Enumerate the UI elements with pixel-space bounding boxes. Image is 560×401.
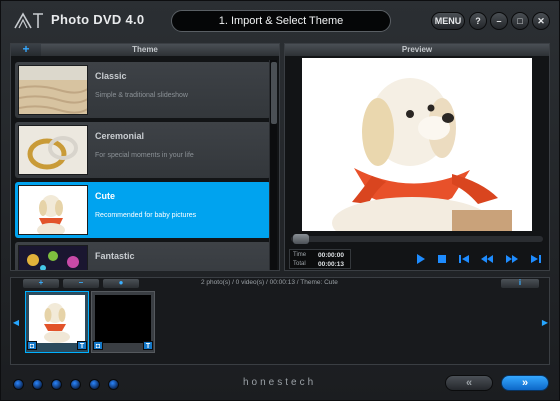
theme-item-ceremonial[interactable]: Ceremonial For special moments in your l… xyxy=(15,122,271,178)
step-dot-6[interactable] xyxy=(108,379,119,390)
brand-label: honestech xyxy=(243,377,317,388)
app-title: Photo DVD 4.0 xyxy=(51,12,145,27)
storyboard-slot-2[interactable]: ◘ T xyxy=(91,291,155,353)
back-button[interactable]: « xyxy=(445,375,493,391)
scroll-left-arrow-icon[interactable]: ◀ xyxy=(12,318,20,328)
playback-seek-bar[interactable] xyxy=(291,234,543,244)
storyboard-help-button[interactable]: i xyxy=(501,279,539,288)
fantastic-thumbnail xyxy=(18,245,88,270)
record-button[interactable]: ● xyxy=(103,279,139,288)
time-label: Time xyxy=(293,252,307,258)
time-display: Time 00:00:00 Total 00:00:13 xyxy=(289,249,351,269)
theme-item-fantastic[interactable]: Fantastic xyxy=(15,242,271,270)
theme-name: Ceremonial xyxy=(95,131,145,141)
theme-list: Classic Simple & traditional slideshow C… xyxy=(15,60,273,270)
theme-name: Fantastic xyxy=(95,251,135,261)
rewind-icon[interactable] xyxy=(480,253,494,265)
slot-text-button[interactable]: T xyxy=(143,341,153,350)
step-indicator: 1. Import & Select Theme xyxy=(171,10,391,32)
slot-effect-icon[interactable]: ◘ xyxy=(27,341,37,350)
seek-handle[interactable] xyxy=(293,234,309,244)
preview-image xyxy=(302,58,532,231)
step-dot-1[interactable] xyxy=(13,379,24,390)
preview-panel-title: Preview xyxy=(401,45,433,54)
maximize-button[interactable]: □ xyxy=(511,12,529,30)
theme-description: For special moments in your life xyxy=(95,152,194,159)
close-button[interactable]: ✕ xyxy=(532,12,550,30)
title-bar: Photo DVD 4.0 1. Import & Select Theme M… xyxy=(1,1,559,39)
theme-description: Simple & traditional slideshow xyxy=(95,92,188,99)
ceremonial-thumbnail xyxy=(18,125,88,175)
theme-list-scrollbar[interactable] xyxy=(269,60,277,270)
total-label: Total xyxy=(293,261,306,267)
step-dot-2[interactable] xyxy=(32,379,43,390)
classic-thumbnail xyxy=(18,65,88,115)
add-theme-button[interactable]: + xyxy=(11,44,41,56)
theme-panel-title: Theme xyxy=(132,45,158,54)
current-time: 00:00:00 xyxy=(318,252,345,259)
help-button[interactable]: ? xyxy=(469,12,487,30)
theme-panel-header: Theme xyxy=(11,44,279,56)
add-media-button[interactable]: + xyxy=(23,279,59,288)
preview-panel-header: Preview xyxy=(285,44,549,56)
menu-button[interactable]: MENU xyxy=(431,12,465,30)
stop-icon[interactable] xyxy=(435,253,449,265)
total-time: 00:00:13 xyxy=(318,261,345,268)
app-window: Photo DVD 4.0 1. Import & Select Theme M… xyxy=(0,0,560,401)
theme-panel: Theme + Classic Simple & traditional sli… xyxy=(10,43,280,271)
play-icon[interactable] xyxy=(413,253,427,265)
step-dot-4[interactable] xyxy=(70,379,81,390)
preview-panel: Preview Time 00:00:00 Total 00:00:13 xyxy=(284,43,550,271)
fast-forward-icon[interactable] xyxy=(505,253,519,265)
remove-media-button[interactable]: – xyxy=(63,279,99,288)
cute-thumbnail xyxy=(18,185,88,235)
theme-name: Cute xyxy=(95,191,115,201)
skip-start-icon[interactable] xyxy=(457,253,471,265)
slot-effect-icon[interactable]: ◘ xyxy=(93,341,103,350)
storyboard-info: 2 photo(s) / 0 video(s) / 00:00:13 / The… xyxy=(201,279,338,286)
storyboard-slot-1[interactable]: ◘ T xyxy=(25,291,89,353)
scroll-right-arrow-icon[interactable]: ▶ xyxy=(541,318,549,328)
theme-description: Recommended for baby pictures xyxy=(95,212,197,219)
honestech-logo-icon xyxy=(14,12,43,29)
next-button[interactable]: » xyxy=(501,375,549,391)
theme-item-classic[interactable]: Classic Simple & traditional slideshow xyxy=(15,62,271,118)
storyboard-panel: + – ● 2 photo(s) / 0 video(s) / 00:00:13… xyxy=(10,277,550,365)
slot-thumbnail xyxy=(95,295,151,343)
theme-name: Classic xyxy=(95,71,127,81)
scrollbar-thumb[interactable] xyxy=(271,62,277,124)
theme-item-cute[interactable]: Cute Recommended for baby pictures xyxy=(15,182,271,238)
step-dot-3[interactable] xyxy=(51,379,62,390)
slot-thumbnail xyxy=(29,295,85,343)
skip-end-icon[interactable] xyxy=(529,253,543,265)
minimize-button[interactable]: – xyxy=(490,12,508,30)
slot-text-button[interactable]: T xyxy=(77,341,87,350)
step-dot-5[interactable] xyxy=(89,379,100,390)
